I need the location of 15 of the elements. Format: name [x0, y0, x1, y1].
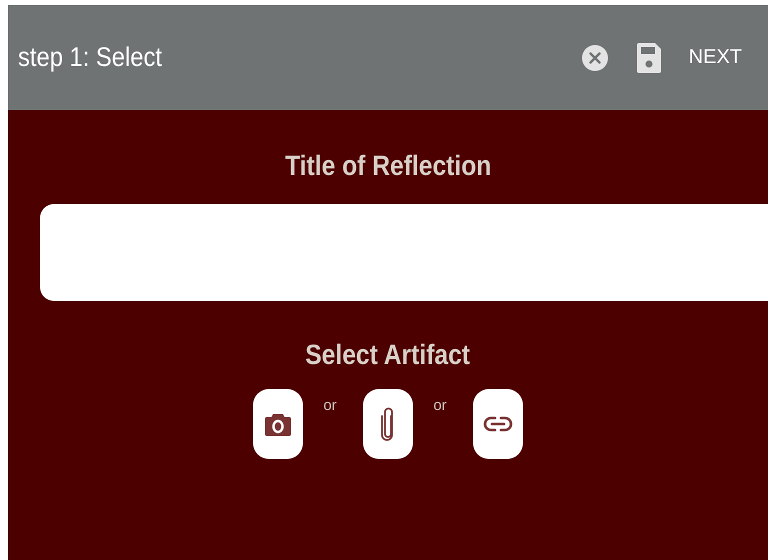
link-icon [483, 416, 513, 432]
select-artifact-label: Select Artifact [306, 339, 470, 371]
next-button[interactable]: NEXT [684, 42, 746, 73]
save-icon [636, 42, 661, 72]
or-text: or [322, 397, 338, 414]
link-button[interactable] [473, 389, 523, 459]
camera-button[interactable] [253, 389, 303, 459]
or-text: or [432, 397, 448, 414]
reflection-title-field[interactable] [40, 204, 768, 301]
reflection-title-label: Title of Reflection [284, 150, 492, 182]
paperclip-icon [380, 406, 396, 442]
attachment-button[interactable] [363, 389, 413, 459]
step-title: step 1: Select [18, 42, 162, 73]
close-icon [580, 44, 609, 72]
camera-icon [265, 411, 291, 437]
